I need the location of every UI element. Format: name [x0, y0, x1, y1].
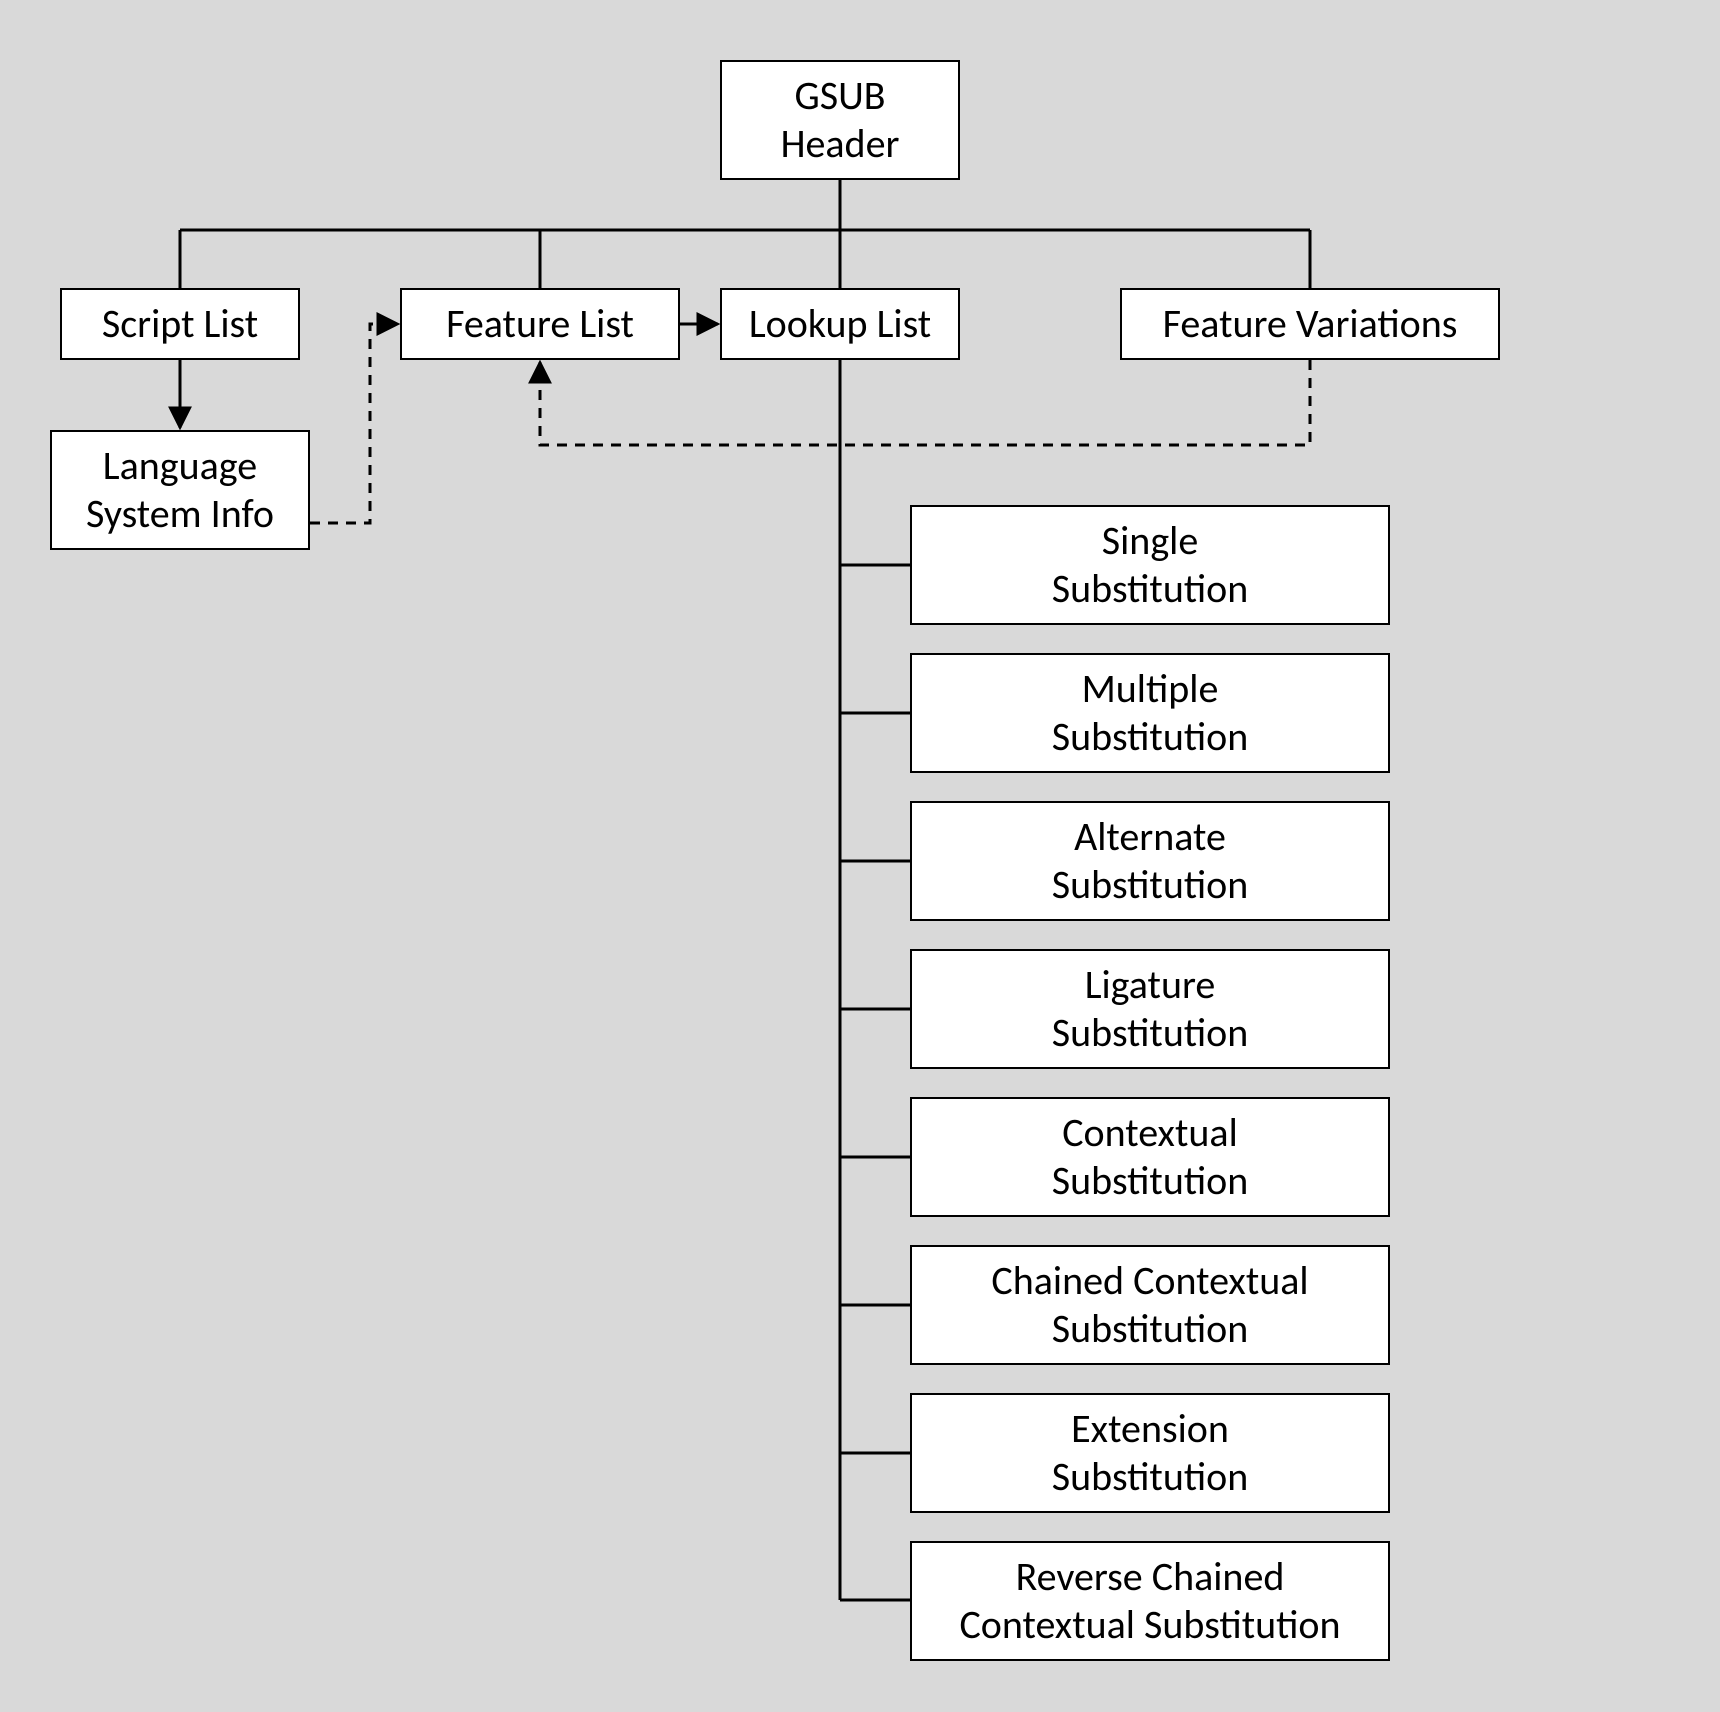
node-feature-variations: Feature Variations: [1120, 288, 1500, 360]
node-subst-single: Single Substitution: [910, 505, 1390, 625]
node-subst-chained-contextual: Chained Contextual Substitution: [910, 1245, 1390, 1365]
node-subst-alternate: Alternate Substitution: [910, 801, 1390, 921]
node-subst-ligature: Ligature Substitution: [910, 949, 1390, 1069]
diagram-canvas: GSUB Header Script List Feature List Loo…: [0, 0, 1720, 1712]
node-gsub-header: GSUB Header: [720, 60, 960, 180]
node-script-list: Script List: [60, 288, 300, 360]
node-subst-contextual: Contextual Substitution: [910, 1097, 1390, 1217]
node-language-system-info: Language System Info: [50, 430, 310, 550]
node-subst-multiple: Multiple Substitution: [910, 653, 1390, 773]
node-subst-extension: Extension Substitution: [910, 1393, 1390, 1513]
diagram-connectors: [0, 0, 1720, 1712]
node-subst-reverse-chained: Reverse Chained Contextual Substitution: [910, 1541, 1390, 1661]
node-feature-list: Feature List: [400, 288, 680, 360]
node-lookup-list: Lookup List: [720, 288, 960, 360]
